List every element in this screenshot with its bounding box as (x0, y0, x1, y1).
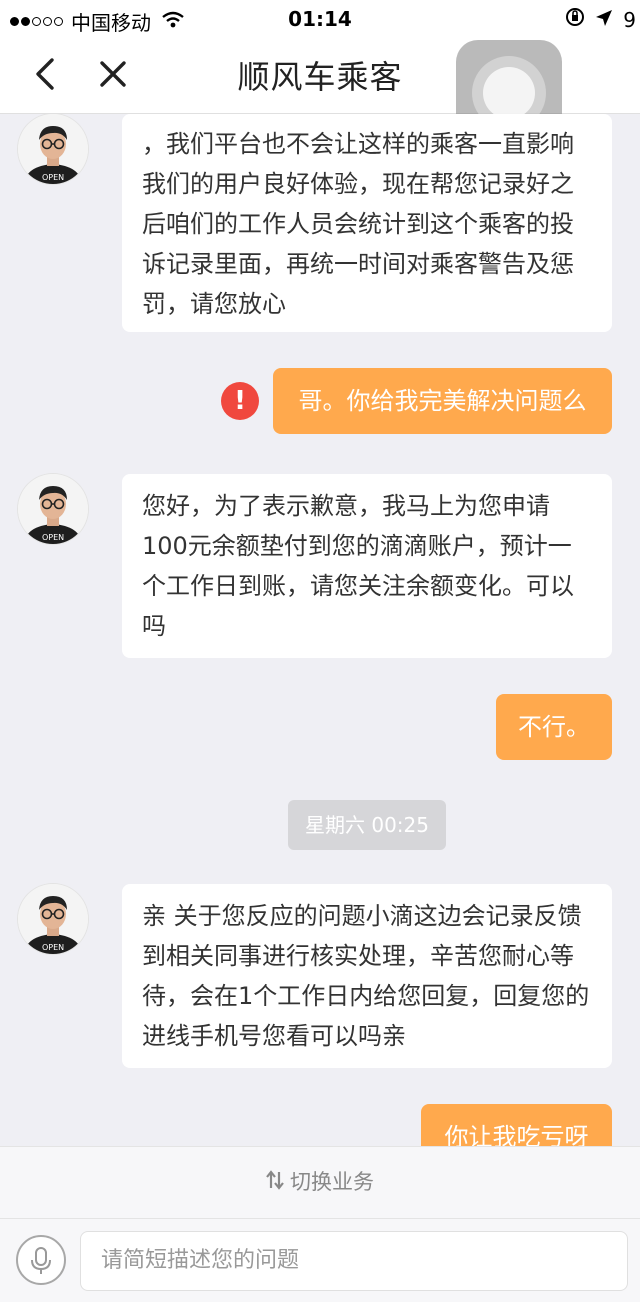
agent-message: ，我们平台也不会让这样的乘客一直影响我们的用户良好体验，现在帮您记录好之后咱们的… (122, 114, 612, 332)
timestamp-divider: 星期六 00:25 (288, 800, 446, 850)
user-message: 不行。 (496, 694, 612, 760)
agent-message: 您好，为了表示歉意，我马上为您申请100元余额垫付到您的滴滴账户，预计一个工作日… (122, 474, 612, 658)
svg-text:OPEN: OPEN (42, 943, 64, 952)
svg-text:OPEN: OPEN (42, 533, 64, 542)
svg-text:OPEN: OPEN (42, 173, 64, 182)
user-message: 你让我吃亏呀 (421, 1104, 612, 1146)
chat-thread[interactable]: OPEN ，我们平台也不会让这样的乘客一直影响我们的用户良好体验，现在帮您记录好… (0, 114, 640, 1146)
switch-label: 切换业务 (290, 1170, 374, 1194)
navigation-bar: 顺风车乘客 (0, 36, 640, 146)
input-bar: 请简短描述您的问题 (0, 1218, 640, 1302)
agent-avatar[interactable]: OPEN (18, 474, 88, 544)
location-arrow-icon (595, 8, 613, 32)
agent-avatar[interactable]: OPEN (18, 884, 88, 954)
switch-business-button[interactable]: 切换业务 (0, 1146, 640, 1218)
battery-fragment: 9 (623, 7, 636, 32)
rotation-lock-icon (565, 7, 585, 32)
switch-icon (266, 1148, 284, 1218)
microphone-icon[interactable] (16, 1235, 66, 1285)
message-input[interactable]: 请简短描述您的问题 (80, 1231, 628, 1291)
user-message: 哥。你给我完美解决问题么 (273, 368, 612, 434)
agent-message: 亲 关于您反应的问题小滴这边会记录反馈到相关同事进行核实处理，辛苦您耐心等待，会… (122, 884, 612, 1068)
status-time: 01:14 (288, 7, 352, 31)
status-right: 9 (565, 7, 636, 32)
agent-avatar[interactable]: OPEN (18, 114, 88, 184)
status-bar: 中国移动 01:14 9 (0, 0, 640, 36)
error-icon[interactable]: ! (221, 382, 259, 420)
